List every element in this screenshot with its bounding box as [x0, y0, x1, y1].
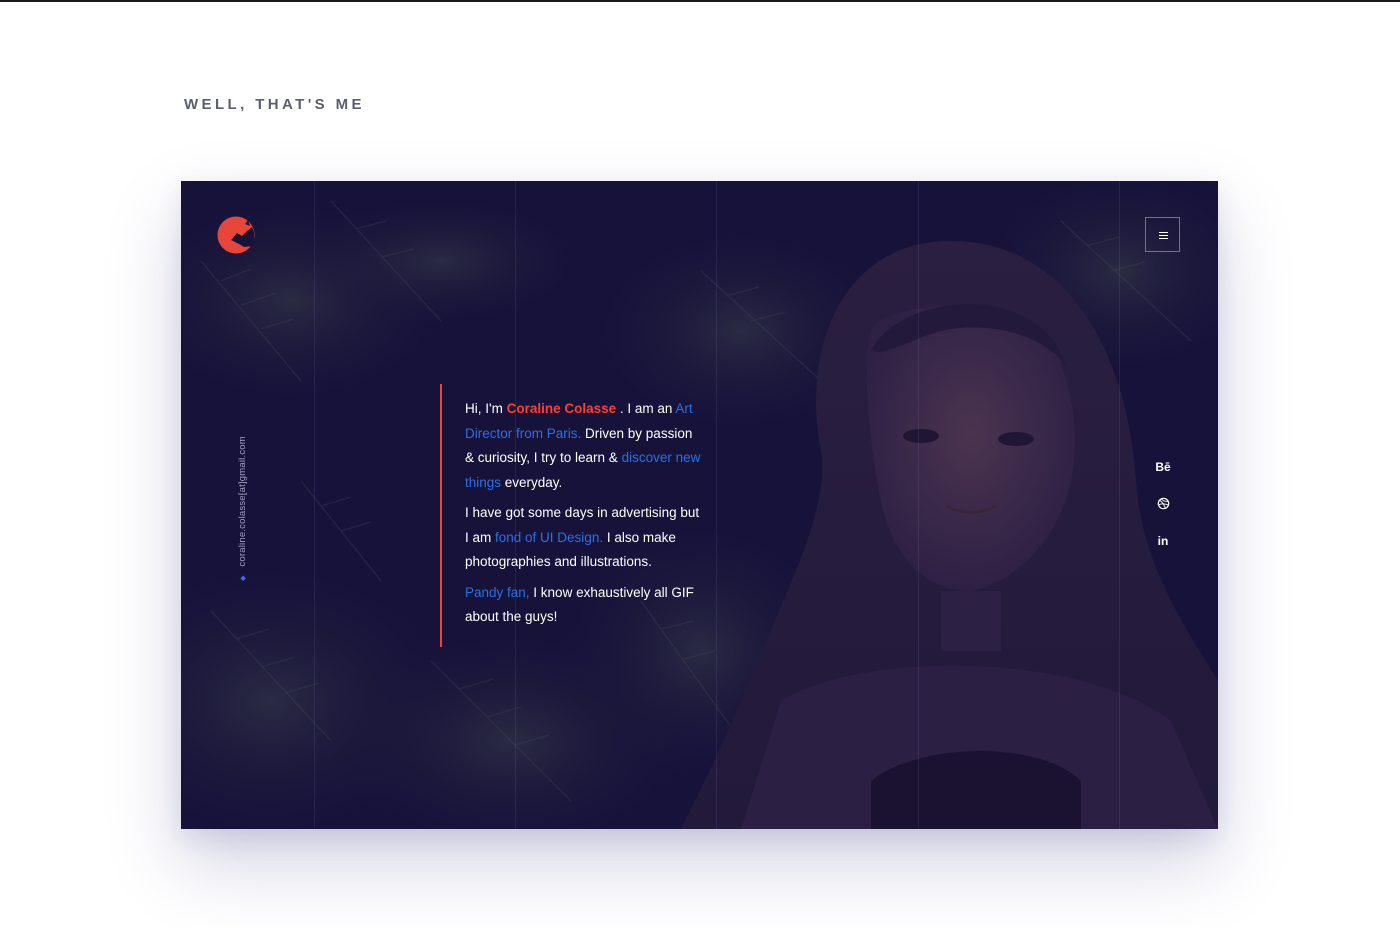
column-guide-line — [716, 181, 717, 829]
bio-paragraph-1: Hi, I'm Coraline Colasse . I am an Art D… — [465, 401, 701, 490]
ui-design-link[interactable]: fond of UI Design. — [495, 530, 603, 545]
top-rule — [0, 0, 1400, 2]
section-title: WELL, THAT'S ME — [184, 96, 365, 113]
fox-logo-icon[interactable] — [217, 215, 257, 255]
column-guide-line — [918, 181, 919, 829]
email-link[interactable]: ◆ coraline.colasse[at]gmail.com — [237, 436, 248, 581]
website-mockup: ◆ coraline.colasse[at]gmail.com Hi, I'm … — [181, 181, 1218, 829]
menu-button[interactable] — [1145, 217, 1180, 252]
bio-paragraph-2: I have got some days in advertising but … — [465, 505, 700, 569]
pandy-link[interactable]: Pandy fan, — [465, 585, 530, 600]
behance-icon[interactable]: Bē — [1151, 460, 1175, 474]
dribbble-icon[interactable] — [1151, 497, 1175, 515]
column-guide-line — [1119, 181, 1120, 829]
linkedin-icon[interactable]: in — [1151, 534, 1175, 548]
bio-text: Hi, I'm Coraline Colasse . I am an Art D… — [465, 397, 705, 636]
email-address: coraline.colasse[at]gmail.com — [237, 436, 248, 567]
name-highlight: Coraline Colasse — [506, 401, 617, 416]
bio-paragraph-3: Pandy fan, I know exhaustively all GIF a… — [465, 584, 694, 625]
diamond-bullet-icon: ◆ — [240, 575, 247, 581]
dribbble-icon — [1157, 497, 1169, 510]
accent-bar — [440, 384, 442, 647]
column-guide-line — [314, 181, 315, 829]
